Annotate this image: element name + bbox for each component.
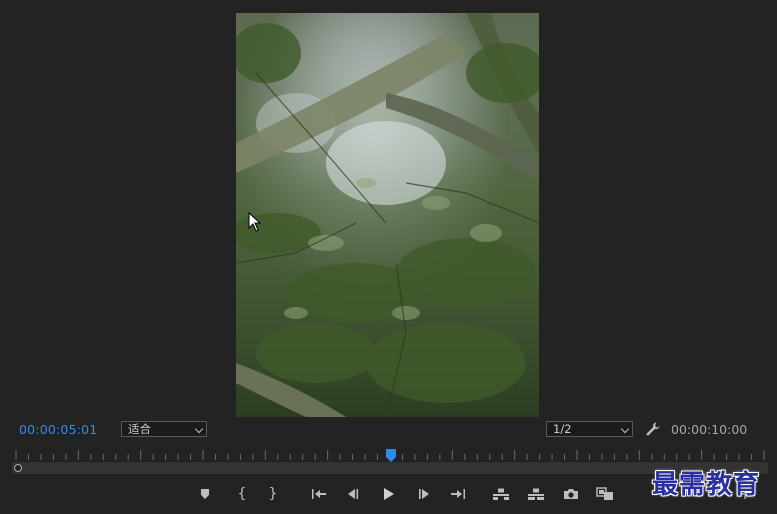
go-to-in-icon [312, 489, 326, 499]
play-button[interactable] [378, 484, 398, 504]
program-monitor-viewer[interactable] [236, 13, 539, 417]
mouse-cursor-icon [248, 212, 262, 232]
zoom-level-value: 适合 [128, 422, 151, 436]
export-frame-button[interactable] [561, 484, 581, 504]
track-start-handle[interactable] [14, 464, 22, 472]
step-forward-icon [419, 489, 429, 499]
step-back-button[interactable] [343, 484, 363, 504]
playback-resolution-value: 1/2 [553, 422, 572, 436]
camera-icon [564, 489, 578, 499]
chevron-down-icon [620, 424, 630, 434]
chevron-down-icon [194, 424, 204, 434]
watermark-logo: 最需教育 [652, 470, 761, 500]
duration-timecode: 00:00:10:00 [671, 422, 748, 437]
mark-out-brace-icon: } [268, 486, 278, 502]
video-frame-image [236, 13, 539, 417]
lift-icon [493, 488, 509, 500]
step-forward-button[interactable] [414, 484, 434, 504]
comparison-view-button[interactable] [595, 484, 615, 504]
mark-out-button[interactable]: } [263, 484, 283, 504]
zoom-level-select[interactable]: 适合 [121, 421, 207, 437]
comparison-view-icon [596, 487, 613, 500]
playback-resolution-select[interactable]: 1/2 [546, 421, 633, 437]
marker-icon [201, 489, 209, 499]
playhead-marker[interactable] [385, 449, 397, 463]
play-icon [384, 488, 394, 500]
lift-button[interactable] [491, 484, 511, 504]
current-timecode[interactable]: 00:00:05:01 [19, 422, 97, 437]
go-to-in-button[interactable] [309, 484, 329, 504]
extract-icon [528, 488, 544, 500]
extract-button[interactable] [526, 484, 546, 504]
step-back-icon [348, 489, 359, 499]
go-to-out-button[interactable] [448, 484, 468, 504]
go-to-out-icon [451, 489, 465, 499]
mark-in-brace-icon: { [237, 486, 247, 502]
wrench-icon[interactable] [645, 421, 661, 437]
add-marker-button[interactable] [195, 484, 215, 504]
mark-in-button[interactable]: { [232, 484, 252, 504]
